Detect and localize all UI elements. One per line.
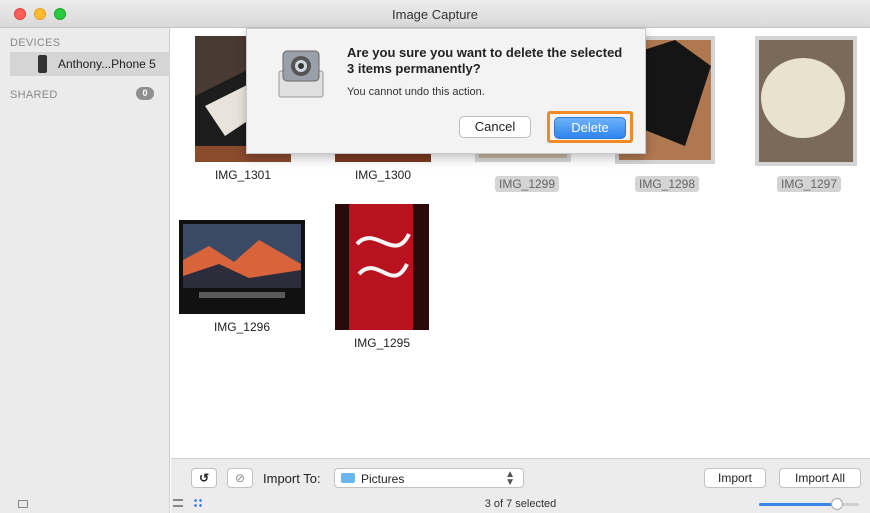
photo-thumbnail	[335, 204, 429, 330]
photo-label: IMG_1300	[354, 168, 412, 182]
dialog-message: You cannot undo this action.	[347, 86, 485, 98]
sidebar: DEVICES Anthony...Phone 5 SHARED 0	[0, 28, 170, 513]
shared-heading: SHARED	[10, 89, 58, 101]
shared-count-badge: 0	[136, 87, 154, 100]
device-label: Anthony...Phone 5	[58, 57, 156, 71]
image-capture-app-icon	[278, 50, 324, 98]
photo-item[interactable]: IMG_1297	[755, 36, 857, 192]
photo-label: IMG_1299	[495, 176, 560, 192]
dialog-title: Are you sure you want to delete the sele…	[347, 45, 623, 76]
photo-label: IMG_1296	[213, 320, 271, 334]
sidebar-item-device[interactable]: Anthony...Phone 5	[10, 52, 170, 76]
slider-fill	[759, 503, 837, 506]
delete-confirmation-dialog: Are you sure you want to delete the sele…	[246, 28, 646, 154]
thumbnail-size-slider[interactable]	[759, 498, 859, 510]
photo-label: IMG_1301	[214, 168, 272, 182]
bottom-toolbar: ↺ ⊘ Import To: Pictures ▲ ▼ Import Import…	[171, 458, 870, 494]
window-title: Image Capture	[392, 7, 478, 22]
status-bar: 3 of 7 selected	[171, 494, 870, 513]
title-bar: Image Capture	[0, 0, 870, 28]
rotate-left-button[interactable]: ↺	[191, 468, 217, 488]
photo-item[interactable]: IMG_1296	[179, 220, 305, 334]
delete-selection-button[interactable]: ⊘	[227, 468, 253, 488]
import-to-label: Import To:	[263, 471, 321, 486]
import-destination-select[interactable]: Pictures ▲ ▼	[334, 468, 524, 488]
import-button[interactable]: Import	[704, 468, 766, 488]
cancel-button[interactable]: Cancel	[459, 116, 531, 138]
slider-knob[interactable]	[831, 498, 843, 510]
photo-item[interactable]: IMG_1295	[335, 204, 429, 350]
import-destination-value: Pictures	[361, 472, 405, 486]
photo-thumbnail	[179, 220, 305, 314]
device-settings-icon[interactable]	[18, 500, 28, 508]
delete-button[interactable]: Delete	[554, 117, 626, 139]
photo-label: IMG_1297	[777, 176, 842, 192]
chevron-up-down-icon: ▲ ▼	[505, 469, 515, 488]
image-capture-window: Image Capture DEVICES Anthony...Phone 5 …	[0, 0, 870, 513]
delete-button-highlight: Delete	[547, 111, 633, 143]
photo-label: IMG_1298	[635, 176, 700, 192]
photo-thumbnail	[755, 36, 857, 166]
iphone-icon	[38, 55, 47, 73]
devices-heading: DEVICES	[10, 37, 61, 49]
import-all-button[interactable]: Import All	[779, 468, 861, 488]
photo-label: IMG_1295	[353, 336, 411, 350]
folder-icon	[341, 473, 355, 483]
